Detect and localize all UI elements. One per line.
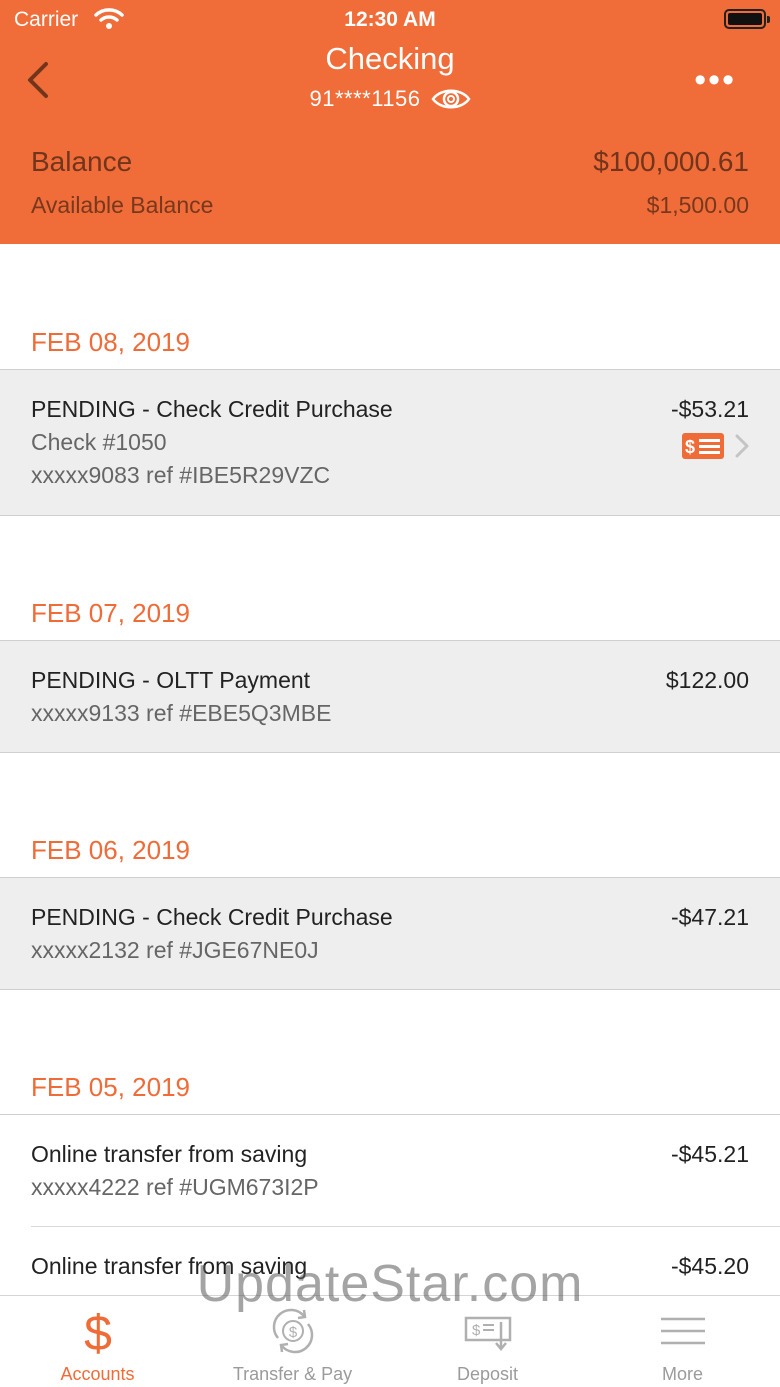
svg-text:$: $ <box>685 437 695 457</box>
battery-icon <box>724 9 770 29</box>
chevron-right-icon[interactable] <box>734 434 750 458</box>
account-header: Carrier 12:30 AM Checking 91****1156 •••… <box>0 0 780 244</box>
transaction-check-number: Check #1050 <box>31 429 167 455</box>
transaction-amount: -$45.21 <box>670 1141 749 1167</box>
transaction-row[interactable]: Online transfer from saving xxxxx4222 re… <box>0 1114 780 1227</box>
transaction-row[interactable]: PENDING - OLTT Payment xxxxx9133 ref #EB… <box>0 640 780 753</box>
transaction-title: PENDING - Check Credit Purchase <box>31 396 393 422</box>
status-bar: Carrier 12:30 AM <box>0 0 780 40</box>
transaction-row[interactable]: PENDING - Check Credit Purchase xxxxx213… <box>0 877 780 990</box>
svg-text:$: $ <box>288 1324 297 1341</box>
available-balance-label: Available Balance <box>31 192 214 218</box>
more-options-icon[interactable]: ••• <box>694 63 736 97</box>
watermark: UpdateStar.com <box>196 1255 584 1313</box>
date-header: FEB 07, 2019 <box>31 598 190 628</box>
tab-label: Transfer & Pay <box>232 1364 353 1384</box>
date-header: FEB 06, 2019 <box>31 835 190 865</box>
transaction-amount: -$53.21 <box>670 396 749 422</box>
transaction-title: PENDING - Check Credit Purchase <box>31 904 393 930</box>
page-title: Checking <box>325 41 455 76</box>
transaction-title: Online transfer from saving <box>31 1141 308 1167</box>
eye-icon[interactable] <box>430 86 471 112</box>
date-header: FEB 08, 2019 <box>31 327 190 357</box>
account-number: 91****1156 <box>309 86 421 111</box>
tab-label: Accounts <box>60 1364 135 1384</box>
status-time: 12:30 AM <box>344 8 436 31</box>
transaction-row[interactable]: PENDING - Check Credit Purchase Check #1… <box>0 369 780 516</box>
transaction-reference: xxxxx2132 ref #JGE67NE0J <box>31 937 319 963</box>
transaction-reference: xxxxx9133 ref #EBE5Q3MBE <box>31 700 332 726</box>
transaction-amount: -$47.21 <box>670 904 749 930</box>
tab-label: Deposit <box>456 1364 519 1384</box>
transaction-title: PENDING - OLTT Payment <box>31 667 311 693</box>
balance-value: $100,000.61 <box>593 146 749 177</box>
balance-label: Balance <box>31 146 133 177</box>
date-header: FEB 05, 2019 <box>31 1072 190 1102</box>
transaction-amount: $122.00 <box>665 667 749 693</box>
tab-label: More <box>661 1364 703 1384</box>
transaction-reference: xxxxx9083 ref #IBE5R29VZC <box>31 462 331 488</box>
account-number-row: 91****1156 <box>0 86 780 112</box>
svg-text:$: $ <box>472 1322 481 1339</box>
transaction-reference: xxxxx4222 ref #UGM673I2P <box>31 1174 319 1200</box>
check-image-icon[interactable]: $ <box>682 433 724 459</box>
available-balance-value: $1,500.00 <box>646 192 749 218</box>
